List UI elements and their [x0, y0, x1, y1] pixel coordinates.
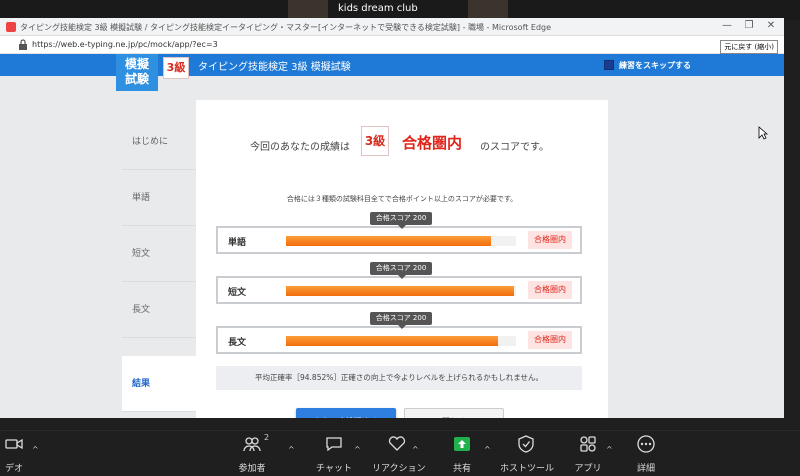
logo-line-1: 模擬: [124, 57, 149, 71]
browser-window: タイピング技能検定 3級 模擬試験 / タイピング技能検定イータイピング・マスタ…: [0, 18, 784, 418]
video-thumbnail[interactable]: [288, 0, 328, 20]
retry-button[interactable]: もう一度挑戦する: [296, 408, 396, 418]
participants-label: 参加者: [238, 464, 266, 474]
more-label: 詳細: [636, 464, 655, 474]
more-button[interactable]: 詳細: [624, 435, 668, 475]
score-summary: 今回のあなたの成績は 3級 合格圏内 のスコアです。: [196, 126, 608, 158]
reaction-label: リアクション: [372, 464, 426, 474]
grade-badge: 3級: [163, 57, 189, 79]
score-bar-track: [286, 286, 516, 296]
skip-practice-label[interactable]: 練習をスキップする: [619, 60, 691, 71]
step-sidebar: はじめに 単語 短文 長文 結果: [122, 114, 196, 412]
sidebar-item-intro[interactable]: はじめに: [122, 114, 196, 170]
video-button[interactable]: デオ: [0, 435, 36, 475]
participants-options-caret[interactable]: ^: [288, 445, 295, 454]
lock-icon: [19, 39, 27, 50]
score-suffix: のスコアです。: [480, 142, 549, 153]
score-row-short-text: 合格スコア 200 短文 合格圏内: [216, 262, 582, 304]
apps-options-caret[interactable]: ^: [606, 445, 613, 454]
skip-practice-checkbox[interactable]: [604, 60, 614, 70]
share-options-caret[interactable]: ^: [484, 445, 491, 454]
address-bar[interactable]: https://web.e-typing.ne.jp/pc/mock/app/?…: [0, 36, 784, 54]
reaction-options-caret[interactable]: ^: [412, 445, 419, 454]
score-bar-fill: [286, 286, 514, 296]
score-bar-fill: [286, 236, 491, 246]
url-text[interactable]: https://web.e-typing.ne.jp/pc/mock/app/?…: [32, 40, 218, 49]
shield-icon: [518, 435, 534, 453]
favicon-icon: [6, 22, 16, 32]
restore-button[interactable]: ❐: [740, 20, 758, 31]
score-row-words: 合格スコア 200 単語 合格圏内: [216, 212, 582, 254]
chat-label: チャット: [316, 464, 352, 474]
result-grade-badge: 3級: [361, 126, 389, 156]
chat-icon: [326, 437, 342, 452]
pass-requirement-note: 合格には３種類の試験科目全てで合格ポイント以上のスコアが必要です。: [286, 195, 518, 203]
logo-line-2: 試験: [124, 72, 149, 86]
row-result-badge: 合格圏内: [528, 231, 572, 249]
pass-threshold-label: 合格スコア 200: [370, 312, 432, 329]
apps-icon: [580, 436, 596, 452]
sidebar-item-words[interactable]: 単語: [122, 170, 196, 226]
sidebar-item-long-text[interactable]: 長文: [122, 282, 196, 338]
participants-icon: [243, 437, 261, 452]
exam-title: タイピング技能検定 3級 模擬試験: [198, 62, 351, 73]
window-title: タイピング技能検定 3級 模擬試験 / タイピング技能検定イータイピング・マスタ…: [20, 23, 552, 32]
score-prefix: 今回のあなたの成績は: [250, 142, 350, 153]
chat-options-caret[interactable]: ^: [354, 445, 361, 454]
score-bar-fill: [286, 336, 498, 346]
close-window-button[interactable]: ✕: [762, 20, 780, 31]
zoom-top-strip: kids dream club: [0, 0, 800, 20]
minimize-button[interactable]: —: [718, 20, 736, 31]
apps-button[interactable]: アプリ: [566, 435, 610, 475]
pass-threshold-label: 合格スコア 200: [370, 212, 432, 229]
share-screen-icon: [454, 437, 470, 451]
mouse-cursor-icon: [758, 126, 768, 140]
mock-exam-logo: 模擬 試験: [116, 54, 158, 91]
apps-label: アプリ: [574, 464, 602, 474]
participant-name: kids dream club: [338, 3, 418, 14]
host-tools-label: ホストツール: [500, 464, 555, 474]
video-camera-icon: [5, 438, 23, 450]
score-row-long-text: 合格スコア 200 長文 合格圏内: [216, 312, 582, 354]
participants-count: 2: [264, 433, 270, 442]
zoom-toolbar: デオ ^ 参加者 2 ^ チャット ^ リアクション ^ 共有 ^ ホストツール…: [0, 430, 800, 476]
row-label: 短文: [228, 288, 247, 298]
row-label: 長文: [228, 338, 247, 348]
video-label: デオ: [4, 464, 23, 474]
sidebar-item-result[interactable]: 結果: [122, 356, 196, 412]
row-label: 単語: [228, 238, 247, 248]
close-button[interactable]: 閉じる: [404, 408, 504, 418]
score-bar-track: [286, 236, 516, 246]
reaction-button[interactable]: リアクション: [372, 435, 426, 475]
window-titlebar: タイピング技能検定 3級 模擬試験 / タイピング技能検定イータイピング・マスタ…: [0, 18, 784, 36]
sidebar-item-short-text[interactable]: 短文: [122, 226, 196, 282]
page-content: タイピング技能検定 3級 模擬試験 練習をスキップする 模擬 試験 3級 はじめ…: [0, 54, 784, 418]
row-result-badge: 合格圏内: [528, 331, 572, 349]
restore-tooltip: 元に戻す (縮小): [720, 40, 778, 54]
average-accuracy-message: 平均正確率［94.852%］正確さの向上で今よりレベルを上げられるかもしれません…: [216, 366, 582, 390]
video-options-caret[interactable]: ^: [32, 445, 39, 454]
host-tools-button[interactable]: ホストツール: [500, 435, 555, 475]
result-status: 合格圏内: [402, 134, 463, 152]
share-button[interactable]: 共有: [440, 435, 484, 475]
video-thumbnail[interactable]: [468, 0, 508, 20]
score-bar-track: [286, 336, 516, 346]
heart-icon: [388, 436, 406, 451]
pass-threshold-label: 合格スコア 200: [370, 262, 432, 279]
share-label: 共有: [452, 464, 471, 474]
row-result-badge: 合格圏内: [528, 281, 572, 299]
chat-button[interactable]: チャット: [312, 435, 356, 475]
more-dots-icon: [637, 435, 655, 453]
result-card: 今回のあなたの成績は 3級 合格圏内 のスコアです。 合格には３種類の試験科目全…: [196, 100, 608, 418]
